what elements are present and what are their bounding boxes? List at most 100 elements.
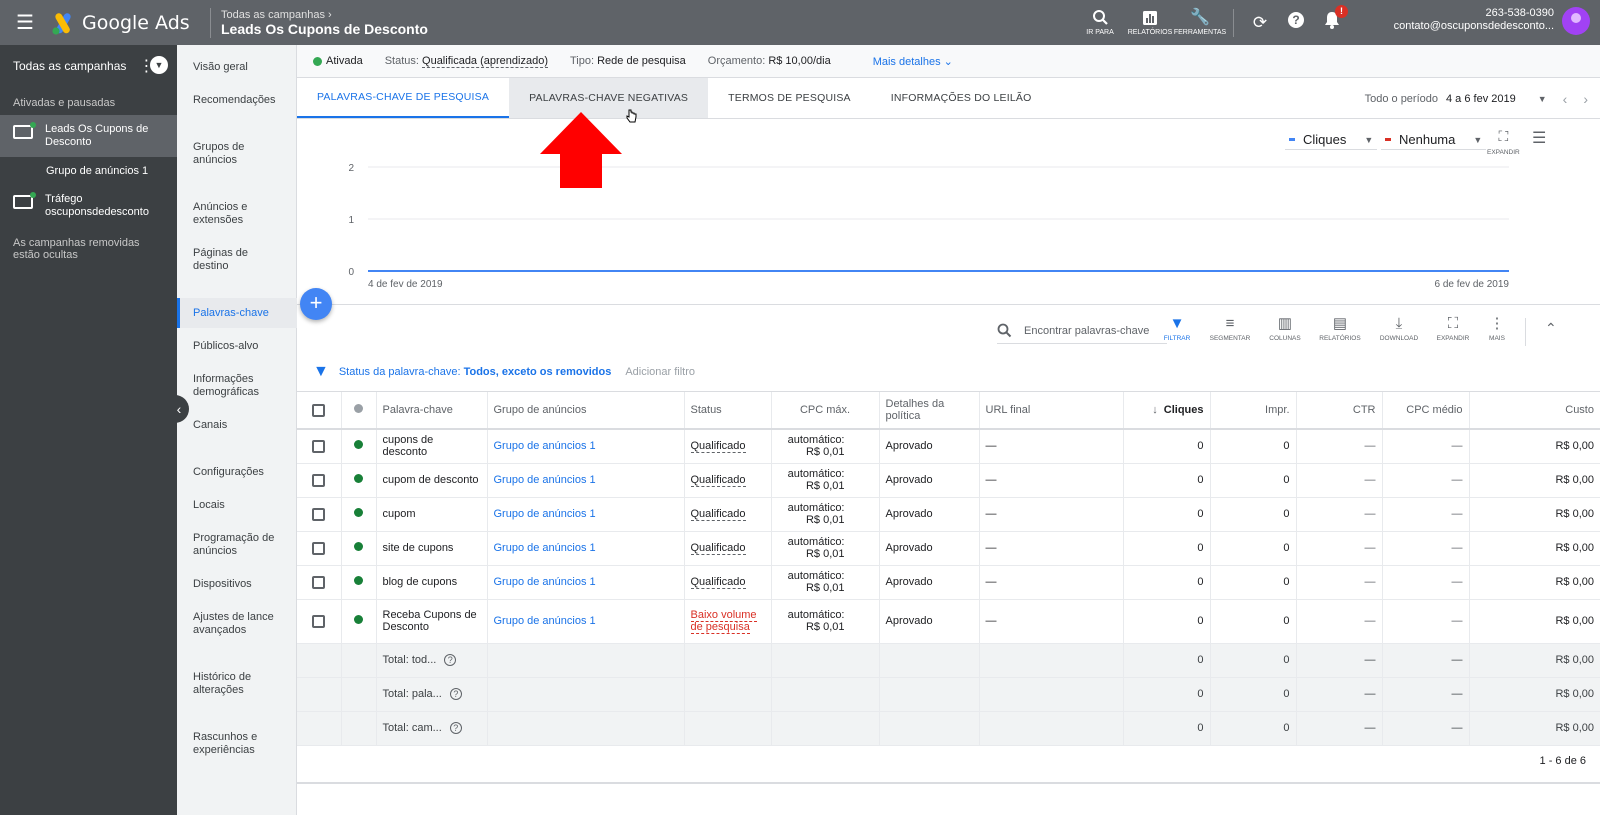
col-max-cpc[interactable]: CPC máx. bbox=[771, 392, 880, 430]
tools-button[interactable]: 🔧 FERRAMENTAS bbox=[1174, 9, 1226, 36]
keyword-cell[interactable]: cupons de desconto bbox=[376, 429, 488, 464]
max-cpc-cell[interactable]: automático: R$ 0,01 bbox=[771, 497, 880, 532]
chevron-down-icon[interactable]: ▼ bbox=[1538, 94, 1547, 104]
menu-item-devices[interactable]: Dispositivos bbox=[177, 578, 297, 591]
table-row[interactable]: cupom de desconto Grupo de anúncios 1 Qu… bbox=[297, 463, 1600, 498]
help-icon[interactable]: ? bbox=[1278, 11, 1314, 34]
col-ad-group[interactable]: Grupo de anúncios bbox=[487, 392, 685, 430]
breadcrumb-parent[interactable]: Todas as campanhas › bbox=[221, 9, 428, 21]
table-row[interactable]: cupom Grupo de anúncios 1 Qualificado au… bbox=[297, 497, 1600, 532]
menu-item-audiences[interactable]: Públicos-alvo bbox=[177, 340, 297, 353]
reports-button[interactable]: ▤ RELATÓRIOS bbox=[1315, 316, 1365, 342]
prev-period-icon[interactable]: ‹ bbox=[1563, 91, 1568, 107]
more-details-link[interactable]: Mais detalhes ⌄ bbox=[873, 55, 953, 68]
help-icon[interactable]: ? bbox=[449, 722, 462, 734]
menu-item-overview[interactable]: Visão geral bbox=[177, 61, 297, 74]
menu-item-locations[interactable]: Locais bbox=[177, 499, 297, 512]
menu-item-ad-schedule[interactable]: Programação de anúncios bbox=[177, 532, 297, 558]
keyword-status[interactable]: Qualificado bbox=[690, 474, 746, 487]
max-cpc-cell[interactable]: automático: R$ 0,01 bbox=[771, 463, 880, 498]
tab-search-keywords[interactable]: PALAVRAS-CHAVE DE PESQUISA bbox=[297, 78, 510, 118]
search-input[interactable]: Encontrar palavras-chave bbox=[1024, 325, 1149, 337]
reports-button[interactable]: RELATÓRIOS bbox=[1125, 10, 1175, 36]
row-checkbox[interactable] bbox=[312, 541, 326, 555]
menu-item-ad-groups[interactable]: Grupos de anúncios bbox=[177, 141, 297, 167]
menu-item-placements[interactable]: Canais bbox=[177, 419, 297, 432]
ad-group-link[interactable]: Grupo de anúncios 1 bbox=[494, 615, 596, 627]
add-filter-button[interactable]: Adicionar filtro bbox=[625, 366, 695, 378]
row-checkbox[interactable] bbox=[312, 439, 326, 453]
col-final-url[interactable]: URL final bbox=[979, 392, 1124, 430]
col-impressions[interactable]: Impr. bbox=[1210, 392, 1297, 430]
keyword-status[interactable]: Qualificado bbox=[690, 542, 746, 555]
keyword-cell[interactable]: cupom de desconto bbox=[376, 463, 488, 498]
menu-item-change-history[interactable]: Histórico de alterações bbox=[177, 671, 297, 697]
ad-group-link[interactable]: Grupo de anúncios 1 bbox=[494, 576, 596, 588]
keyword-status[interactable]: Qualificado bbox=[690, 576, 746, 589]
all-campaigns-header[interactable]: Todas as campanhas ⋮ ▼ bbox=[0, 45, 177, 87]
chevron-down-icon[interactable]: ▼ bbox=[150, 56, 168, 74]
ad-group-link[interactable]: Grupo de anúncios 1 bbox=[494, 474, 596, 486]
expand-table-button[interactable]: ⛶ EXPANDIR bbox=[1428, 316, 1478, 342]
menu-item-keywords[interactable]: Palavras-chave bbox=[177, 298, 297, 328]
ad-group-link[interactable]: Grupo de anúncios 1 bbox=[494, 542, 596, 554]
tab-auction-insights[interactable]: INFORMAÇÕES DO LEILÃO bbox=[871, 78, 1052, 118]
refresh-icon[interactable]: ⟳ bbox=[1242, 13, 1278, 33]
menu-item-bid-adjustments[interactable]: Ajustes de lance avançados bbox=[177, 611, 297, 637]
menu-item-demographics[interactable]: Informações demográficas bbox=[177, 373, 297, 399]
col-status[interactable]: Status bbox=[684, 392, 772, 430]
keyword-status[interactable]: Qualificado bbox=[690, 440, 746, 454]
campaign-item-trafego[interactable]: Tráfego oscuponsdedesconto bbox=[0, 185, 177, 227]
col-cost[interactable]: Custo bbox=[1469, 392, 1600, 430]
menu-icon[interactable]: ☰ bbox=[0, 0, 50, 45]
col-policy[interactable]: Detalhes da política bbox=[879, 392, 980, 430]
menu-item-drafts[interactable]: Rascunhos e experiências bbox=[177, 731, 297, 757]
filter-button[interactable]: ▼ FILTRAR bbox=[1152, 316, 1202, 342]
col-clicks[interactable]: ↓ Cliques bbox=[1123, 392, 1211, 430]
table-row[interactable]: cupons de desconto Grupo de anúncios 1 Q… bbox=[297, 429, 1600, 464]
select-all-checkbox[interactable] bbox=[312, 403, 326, 417]
menu-item-recommendations[interactable]: Recomendações bbox=[177, 94, 297, 107]
keyword-cell[interactable]: blog de cupons bbox=[376, 565, 488, 600]
table-row[interactable]: Receba Cupons de Desconto Grupo de anúnc… bbox=[297, 599, 1600, 644]
account-info[interactable]: 263-538-0390 contato@oscuponsdedesconto.… bbox=[1394, 7, 1554, 33]
campaign-item-leads[interactable]: Leads Os Cupons de Desconto bbox=[0, 115, 177, 157]
menu-item-landing-pages[interactable]: Páginas de destino bbox=[177, 247, 297, 273]
col-avg-cpc[interactable]: CPC médio bbox=[1382, 392, 1470, 430]
row-checkbox[interactable] bbox=[312, 614, 326, 628]
more-button[interactable]: ⋮ MAIS bbox=[1472, 316, 1522, 342]
google-ads-logo[interactable]: Google Ads bbox=[50, 10, 200, 36]
keyword-cell[interactable]: site de cupons bbox=[376, 531, 488, 566]
tab-search-terms[interactable]: TERMOS DE PESQUISA bbox=[708, 78, 871, 118]
next-period-icon[interactable]: › bbox=[1583, 91, 1588, 107]
table-row[interactable]: site de cupons Grupo de anúncios 1 Quali… bbox=[297, 531, 1600, 566]
max-cpc-cell[interactable]: automático: R$ 0,01 bbox=[771, 599, 880, 644]
go-to-button[interactable]: IR PARA bbox=[1075, 9, 1125, 36]
download-button[interactable]: ⤓ DOWNLOAD bbox=[1374, 316, 1424, 342]
row-checkbox[interactable] bbox=[312, 575, 326, 589]
keyword-cell[interactable]: Receba Cupons de Desconto bbox=[376, 599, 488, 644]
max-cpc-cell[interactable]: automático: R$ 0,01 bbox=[771, 565, 880, 600]
menu-item-settings[interactable]: Configurações bbox=[177, 466, 297, 479]
help-icon[interactable]: ? bbox=[444, 654, 457, 666]
menu-item-ads[interactable]: Anúncios e extensões bbox=[177, 201, 297, 227]
table-row[interactable]: blog de cupons Grupo de anúncios 1 Quali… bbox=[297, 565, 1600, 600]
keyword-status-filter[interactable]: Status da palavra-chave: Todos, exceto o… bbox=[339, 366, 611, 378]
columns-button[interactable]: ▥ COLUNAS bbox=[1260, 316, 1310, 342]
col-keyword[interactable]: Palavra-chave bbox=[376, 392, 488, 430]
row-checkbox[interactable] bbox=[312, 473, 326, 487]
col-ctr[interactable]: CTR bbox=[1296, 392, 1383, 430]
ad-group-item[interactable]: Grupo de anúncios 1 bbox=[0, 157, 177, 185]
keyword-cell[interactable]: cupom bbox=[376, 497, 488, 532]
keyword-status[interactable]: Baixo volume de pesquisa bbox=[690, 609, 757, 634]
collapse-chart-icon[interactable]: ⌃ bbox=[1545, 320, 1557, 337]
max-cpc-cell[interactable]: automático: R$ 0,01 bbox=[771, 429, 880, 464]
avatar[interactable] bbox=[1562, 7, 1590, 35]
row-checkbox[interactable] bbox=[312, 507, 326, 521]
ad-group-link[interactable]: Grupo de anúncios 1 bbox=[494, 440, 596, 452]
status-value[interactable]: Qualificada (aprendizado) bbox=[422, 55, 548, 68]
help-icon[interactable]: ? bbox=[449, 688, 462, 700]
ad-group-link[interactable]: Grupo de anúncios 1 bbox=[494, 508, 596, 520]
notifications-icon[interactable]: ! bbox=[1314, 5, 1350, 34]
keyword-status[interactable]: Qualificado bbox=[690, 508, 746, 521]
